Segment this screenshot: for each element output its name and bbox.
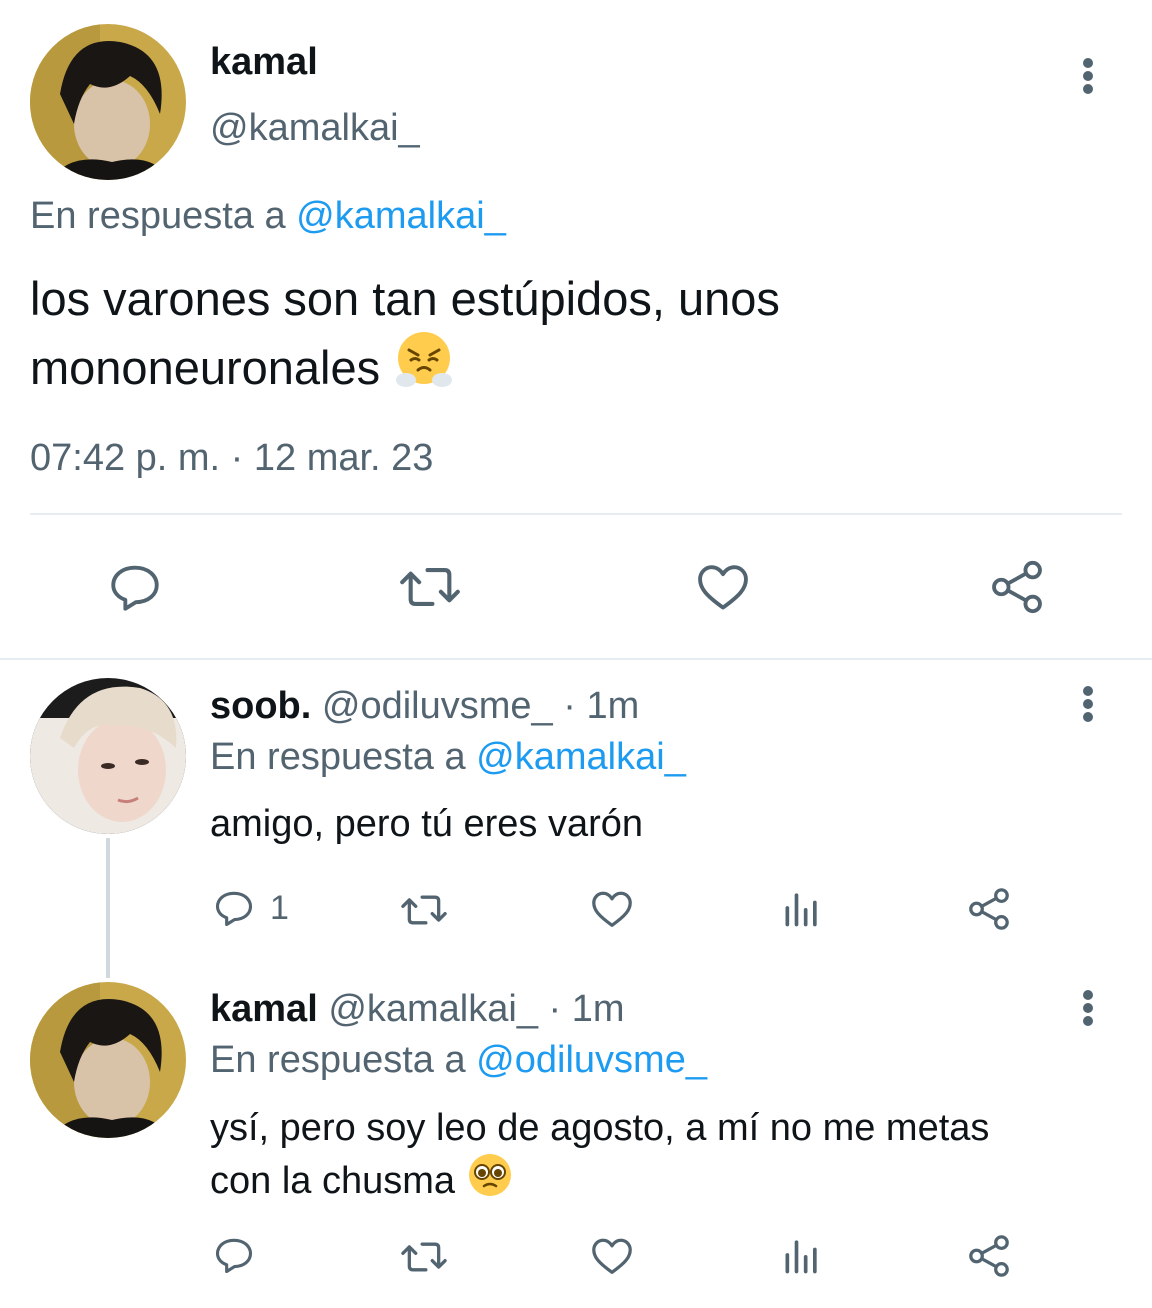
relative-time[interactable]: · 1m: [549, 988, 625, 1030]
retweet-button[interactable]: [397, 888, 451, 932]
more-options-icon[interactable]: [1076, 58, 1100, 94]
divider: [0, 658, 1152, 660]
retweet-icon: [401, 1242, 447, 1272]
handle[interactable]: @kamalkai_: [210, 106, 420, 150]
reply-prefix: En respuesta a: [30, 195, 286, 237]
display-name[interactable]: kamal: [210, 988, 318, 1030]
share-icon: [969, 888, 1009, 930]
tweet-text-line: ysí, pero soy leo de agosto, a mí no me …: [210, 1107, 990, 1149]
more-options-icon[interactable]: [1076, 686, 1100, 722]
thread-line: [106, 838, 110, 978]
share-button[interactable]: [966, 1233, 1012, 1279]
retweet-icon: [401, 895, 447, 925]
reply-header: kamal @kamalkai_ · 1m: [210, 987, 625, 1031]
reply-button[interactable]: [106, 558, 164, 616]
timestamp[interactable]: 07:42 p. m. · 12 mar. 23: [30, 436, 433, 480]
reply-icon: [215, 891, 253, 927]
display-name[interactable]: soob.: [210, 685, 311, 727]
retweet-button[interactable]: [396, 558, 464, 616]
pleading-face-emoji-icon: [467, 1152, 513, 1210]
heart-icon: [698, 565, 748, 610]
reply-context: En respuesta a @kamalkai_: [210, 735, 686, 779]
tweet-text: ysí, pero soy leo de agosto, a mí no me …: [210, 1104, 989, 1210]
tweet-text-line: mononeuronales: [30, 330, 780, 405]
reply-count: 1: [270, 888, 289, 927]
display-name[interactable]: kamal: [210, 40, 318, 84]
avatar[interactable]: [30, 678, 186, 834]
tweet-text-line: los varones son tan estúpidos, unos: [30, 272, 780, 325]
reply-icon: [215, 1238, 253, 1274]
views-button[interactable]: [780, 1233, 824, 1277]
avatar[interactable]: [30, 982, 186, 1138]
reply-context: En respuesta a @kamalkai_: [30, 194, 506, 238]
divider: [30, 513, 1122, 515]
views-icon: [785, 1240, 817, 1274]
handle[interactable]: @odiluvsme_: [322, 685, 553, 727]
reply-context: En respuesta a @odiluvsme_: [210, 1038, 707, 1082]
reply-prefix: En respuesta a: [210, 736, 466, 778]
like-button[interactable]: [589, 1233, 635, 1279]
share-icon: [969, 1235, 1009, 1277]
reply-prefix: En respuesta a: [210, 1039, 466, 1081]
avatar[interactable]: [30, 24, 186, 180]
share-button[interactable]: [966, 886, 1012, 932]
like-button[interactable]: [589, 886, 635, 932]
tweet-text: amigo, pero tú eres varón: [210, 803, 644, 845]
heart-icon: [592, 891, 632, 927]
share-icon: [992, 560, 1042, 614]
handle[interactable]: @kamalkai_: [328, 988, 538, 1030]
reply-to-link[interactable]: @kamalkai_: [476, 736, 686, 778]
steam-face-emoji-icon: [394, 330, 454, 405]
views-icon: [785, 893, 817, 927]
retweet-icon: [400, 568, 460, 606]
reply-header: soob. @odiluvsme_ · 1m: [210, 684, 639, 728]
reply-button[interactable]: 1: [212, 886, 289, 930]
like-button[interactable]: [694, 558, 752, 616]
tweet-text-line: con la chusma: [210, 1152, 989, 1210]
reply-button[interactable]: [212, 1233, 256, 1277]
heart-icon: [592, 1238, 632, 1274]
reply-to-link[interactable]: @kamalkai_: [296, 195, 506, 237]
more-options-icon[interactable]: [1076, 990, 1100, 1026]
views-button[interactable]: [780, 886, 824, 930]
share-button[interactable]: [988, 558, 1046, 616]
reply-icon: [111, 565, 159, 611]
retweet-button[interactable]: [397, 1235, 451, 1279]
relative-time[interactable]: · 1m: [563, 685, 639, 727]
reply-to-link[interactable]: @odiluvsme_: [476, 1039, 707, 1081]
tweet-text: los varones son tan estúpidos, unos mono…: [30, 268, 780, 405]
